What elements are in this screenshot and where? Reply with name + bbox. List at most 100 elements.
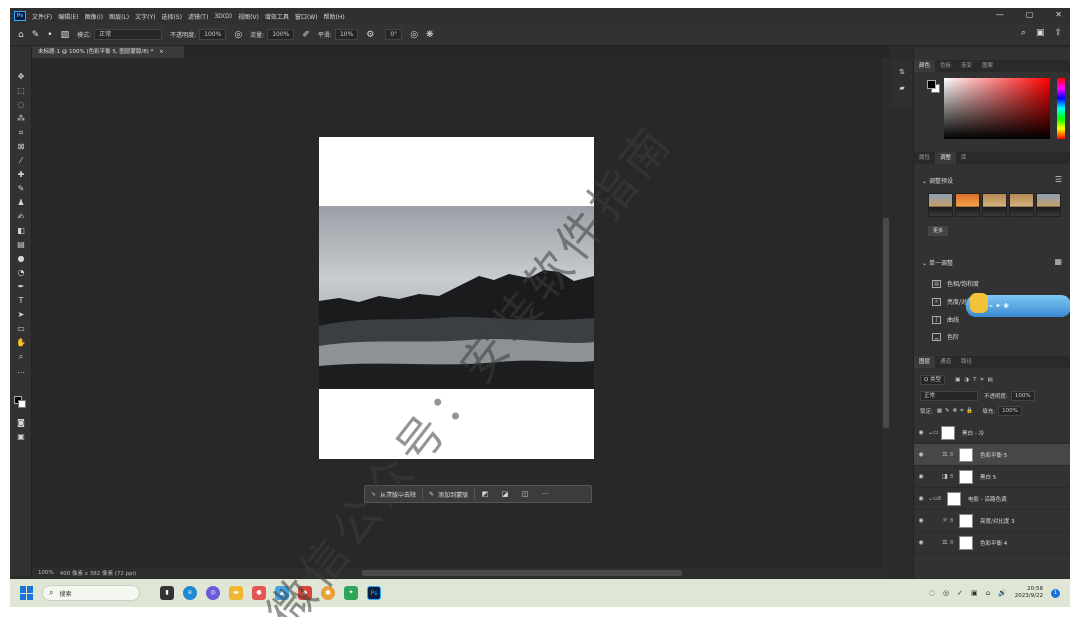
network-icon[interactable]: ⌂	[986, 589, 990, 597]
tab-color[interactable]: 颜色	[914, 60, 936, 72]
blend-mode-select[interactable]: 正常	[920, 391, 978, 401]
tray-app-icon[interactable]: ▣	[971, 589, 978, 597]
file-explorer-icon[interactable]: ▬	[229, 586, 243, 600]
app-icon[interactable]: ▲	[275, 586, 289, 600]
crop-tool-icon[interactable]: ⌗	[15, 128, 27, 138]
opacity-input[interactable]: 100%	[199, 29, 227, 40]
vertical-scroll-thumb[interactable]	[883, 218, 889, 428]
presets-header[interactable]: ⌄ 调整预设	[922, 176, 953, 185]
menu-edit[interactable]: 编辑(E)	[58, 12, 78, 21]
taskbar-search[interactable]: ⌕ 搜索	[42, 585, 140, 601]
document-canvas[interactable]	[319, 137, 594, 459]
gradient-tool-icon[interactable]: ▤	[15, 240, 27, 250]
tray-app-icon[interactable]: ✓	[957, 589, 963, 597]
visibility-eye-icon[interactable]: ◉	[914, 473, 928, 480]
tab-libraries[interactable]: 库	[956, 152, 972, 164]
panel-foreground-swatch[interactable]	[927, 80, 936, 89]
minimize-button[interactable]: —	[996, 10, 1004, 19]
preset-thumbnail[interactable]	[982, 193, 1007, 217]
invert-mask-icon[interactable]: ◩	[475, 490, 495, 498]
menu-help[interactable]: 帮助(H)	[324, 12, 345, 21]
color-picker-field[interactable]	[944, 78, 1050, 139]
eraser-tool-icon[interactable]: ◧	[15, 226, 27, 236]
menu-filter[interactable]: 滤镜(T)	[188, 12, 208, 21]
layer-row[interactable]: ◉ ⌄▭ 8 电影 - 沿路色调	[914, 488, 1070, 510]
horizontal-scroll-thumb[interactable]	[362, 570, 682, 576]
tab-swatches[interactable]: 色板	[935, 60, 956, 72]
app-icon[interactable]: ◆	[298, 586, 312, 600]
adjustment-curves[interactable]: ∫ 曲线	[932, 315, 959, 324]
more-options-button[interactable]: ···	[535, 490, 555, 498]
tab-properties[interactable]: 属性	[914, 152, 935, 164]
maximize-button[interactable]: ▢	[1026, 10, 1034, 19]
angle-input[interactable]: 0°	[385, 29, 403, 40]
history-brush-tool-icon[interactable]: ✍	[15, 212, 27, 222]
layer-row[interactable]: ◉ ⌄▭ 黑白 - 冷	[914, 422, 1070, 444]
list-view-icon[interactable]: ☰	[1055, 175, 1062, 184]
adjustment-hue-saturation[interactable]: ▤ 色相/饱和度	[932, 279, 979, 288]
dodge-tool-icon[interactable]: ◔	[15, 268, 27, 278]
preset-thumbnail[interactable]	[1036, 193, 1061, 217]
add-to-mask-button[interactable]: ✎ 添加到蒙版	[423, 488, 476, 500]
app-icon[interactable]: ✦	[344, 586, 358, 600]
visibility-eye-icon[interactable]: ◉	[914, 429, 928, 436]
brush-preset-icon[interactable]: •	[47, 30, 52, 40]
close-button[interactable]: ✕	[1055, 10, 1062, 19]
vertical-scrollbar[interactable]	[882, 58, 890, 568]
layer-row-selected[interactable]: ◉ ⚖ 8 色彩平衡 5	[914, 444, 1070, 466]
menu-window[interactable]: 窗口(W)	[295, 12, 318, 21]
eyedropper-tool-icon[interactable]: ⁄	[15, 156, 27, 166]
single-adjustments-header[interactable]: ⌄ 单一调整	[922, 258, 953, 267]
healing-brush-tool-icon[interactable]: ✚	[15, 170, 27, 180]
pressure-opacity-icon[interactable]: ◎	[234, 30, 242, 40]
tab-channels[interactable]: 通道	[935, 356, 956, 368]
volume-icon[interactable]: 🔊	[998, 589, 1007, 597]
gear-icon[interactable]: ⚙	[366, 30, 374, 40]
quick-mask-icon[interactable]: ◙	[15, 418, 27, 428]
fill-input[interactable]: 100%	[998, 406, 1022, 416]
visibility-eye-icon[interactable]: ◉	[914, 539, 928, 546]
marquee-tool-icon[interactable]: ⬚	[15, 86, 27, 96]
document-tab-close[interactable]: ×	[159, 49, 164, 55]
layer-filter-icons[interactable]: ▣◑T⌗▤	[955, 377, 997, 384]
tray-app-icon[interactable]: ◌	[929, 589, 935, 597]
hand-tool-icon[interactable]: ✋	[15, 338, 27, 348]
app-icon[interactable]: ◎	[206, 586, 220, 600]
brush-tool-icon[interactable]: ✎	[32, 30, 40, 40]
brush-tool-icon[interactable]: ✎	[15, 184, 27, 194]
taskbar-clock[interactable]: 20:58 2023/9/22	[1015, 586, 1043, 600]
windows-start-icon[interactable]	[20, 586, 34, 600]
grid-view-icon[interactable]: ▦	[1054, 257, 1062, 266]
preset-thumbnail[interactable]	[955, 193, 980, 217]
screen-mode-icon[interactable]: ▣	[15, 432, 27, 442]
path-select-tool-icon[interactable]: ➤	[15, 310, 27, 320]
tab-gradients[interactable]: 渐变	[956, 60, 977, 72]
app-icon[interactable]: ●	[252, 586, 266, 600]
app-icon[interactable]: ●	[321, 586, 335, 600]
tray-app-icon[interactable]: ◎	[943, 589, 949, 597]
layer-row[interactable]: ◉ ☼ 8 亮度/对比度 3	[914, 510, 1070, 532]
move-tool-icon[interactable]: ✥	[15, 72, 27, 82]
layer-row[interactable]: ◉ ⚖ 8 色彩平衡 4	[914, 532, 1070, 554]
history-panel-icon[interactable]: ⇅	[897, 68, 907, 76]
menu-3d[interactable]: 3D(D)	[214, 13, 232, 20]
smoothing-input[interactable]: 10%	[334, 29, 359, 40]
mode-select[interactable]: 正常	[94, 29, 163, 40]
document-tab[interactable]: 未标题-1 @ 100% (色彩平衡 5, 图层蒙版/8) * ×	[32, 46, 184, 58]
preset-thumbnail[interactable]	[1009, 193, 1034, 217]
tab-paths[interactable]: 路径	[956, 356, 977, 368]
lasso-tool-icon[interactable]: ◌	[15, 100, 27, 110]
lock-icons[interactable]: ▦✎✥⌗🔒	[937, 408, 976, 415]
menu-file[interactable]: 文件(F)	[32, 12, 52, 21]
mask-properties-icon[interactable]: ◫	[515, 490, 535, 498]
visibility-eye-icon[interactable]: ◉	[914, 451, 928, 458]
more-presets-button[interactable]: 更多	[928, 226, 948, 236]
tab-patterns[interactable]: 图案	[977, 60, 998, 72]
visibility-eye-icon[interactable]: ◉	[914, 495, 928, 502]
task-view-icon[interactable]: ▮	[160, 586, 174, 600]
flow-input[interactable]: 100%	[267, 29, 295, 40]
share-icon[interactable]: ⇪	[1054, 28, 1062, 38]
menu-plugins[interactable]: 增效工具	[265, 12, 289, 21]
adjustment-levels[interactable]: ▁ 色阶	[932, 332, 959, 341]
mask-options-icon[interactable]: ◪	[495, 490, 515, 498]
